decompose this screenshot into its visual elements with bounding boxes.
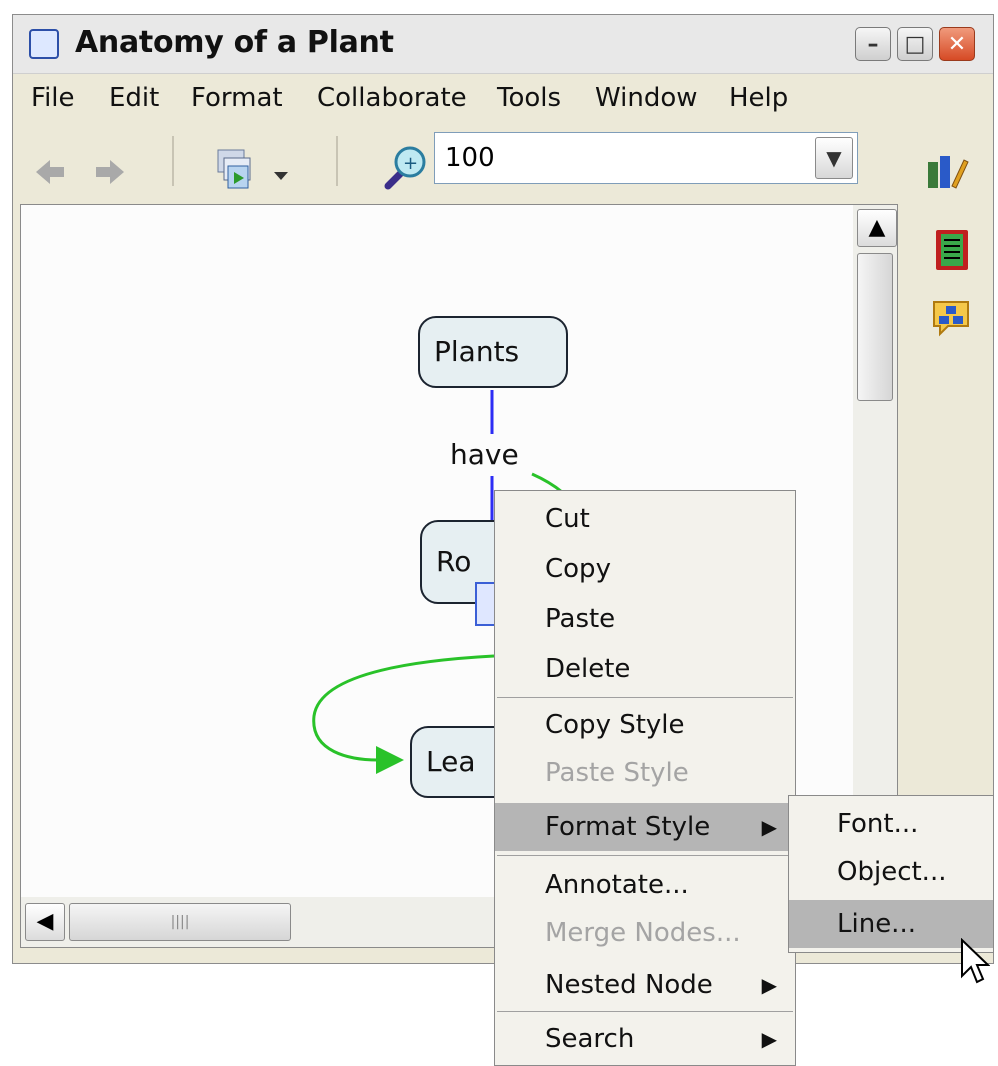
menu-separator — [497, 697, 793, 698]
menu-item-paste-style: Paste Style — [545, 758, 689, 788]
submenu-item-font[interactable]: Font... — [789, 800, 993, 848]
menu-item-search[interactable]: Search ▶ — [495, 1015, 795, 1063]
linking-phrase[interactable]: have — [450, 438, 519, 471]
menu-item-merge-nodes: Merge Nodes... — [545, 918, 741, 948]
concept-label: Ro — [436, 545, 472, 578]
menu-item-delete[interactable]: Delete — [495, 645, 795, 693]
menu-separator — [497, 1011, 793, 1012]
submenu-arrow-icon: ▶ — [761, 815, 777, 839]
menu-item-nested-node[interactable]: Nested Node ▶ — [495, 961, 795, 1009]
cursor-icon — [961, 938, 990, 984]
menu-item-label: Search — [545, 1024, 635, 1054]
concept-label: Lea — [426, 745, 476, 778]
submenu-arrow-icon: ▶ — [761, 1027, 777, 1051]
submenu-item-object[interactable]: Object... — [789, 848, 993, 896]
concept-node-plants[interactable]: Plants — [418, 316, 568, 388]
arrowhead-icon — [376, 746, 404, 774]
menu-item-format-style[interactable]: Format Style ▶ — [495, 803, 795, 851]
menu-item-paste[interactable]: Paste — [495, 595, 795, 643]
menu-item-cut[interactable]: Cut — [495, 495, 795, 543]
menu-item-copy-style[interactable]: Copy Style — [495, 701, 795, 749]
format-style-submenu: Font... Object... Line... — [788, 795, 994, 953]
menu-item-annotate[interactable]: Annotate... — [495, 861, 795, 909]
submenu-arrow-icon: ▶ — [761, 973, 777, 997]
context-menu: Cut Copy Paste Delete Copy Style Paste S… — [494, 490, 796, 1066]
concept-label: Plants — [434, 335, 520, 368]
menu-separator — [497, 855, 793, 856]
menu-item-label: Nested Node — [545, 970, 713, 1000]
menu-item-label: Format Style — [545, 812, 711, 842]
menu-item-copy[interactable]: Copy — [495, 545, 795, 593]
